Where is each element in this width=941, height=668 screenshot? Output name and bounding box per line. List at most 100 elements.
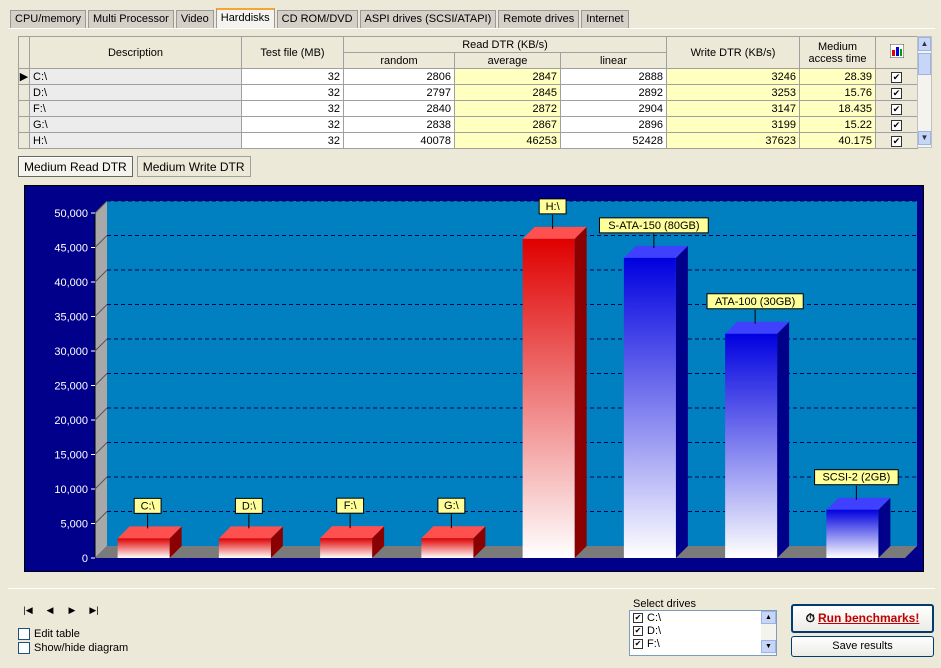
col-average[interactable]: average — [454, 52, 561, 69]
drive-checkbox[interactable]: ✔ — [633, 612, 643, 623]
cell-linear[interactable]: 2904 — [560, 100, 667, 117]
row-checkbox[interactable]: ✔ — [891, 119, 902, 131]
drives-scrollbar[interactable]: ▲ ▼ — [761, 611, 776, 655]
tab-cd-rom-dvd[interactable]: CD ROM/DVD — [276, 10, 358, 28]
edit-table-checkbox[interactable] — [18, 628, 30, 640]
col-write-dtr[interactable]: Write DTR (KB/s) — [666, 36, 800, 69]
tab-multi-processor[interactable]: Multi Processor — [88, 10, 174, 28]
row-checkbox[interactable]: ✔ — [891, 135, 902, 147]
table-row[interactable]: ▶ C:\ 32 2806 2847 2888 3246 28.39 ✔ — [18, 68, 918, 85]
select-drives-list[interactable]: ✔ C:\ ✔ D:\ ✔ F:\ ▲ ▼ — [629, 610, 777, 656]
cell-write[interactable]: 37623 — [666, 132, 800, 149]
tab-harddisks[interactable]: Harddisks — [215, 8, 275, 28]
cell-average[interactable]: 2845 — [454, 84, 561, 101]
cell-random[interactable]: 2838 — [343, 116, 455, 133]
cell-average[interactable]: 2847 — [454, 68, 561, 85]
list-item[interactable]: ✔ F:\ — [630, 637, 776, 650]
drive-checkbox[interactable]: ✔ — [633, 638, 643, 649]
y-tick-label: 25,000 — [54, 381, 88, 393]
nav-next-icon[interactable]: ▶ — [64, 604, 80, 616]
tab-internet[interactable]: Internet — [581, 10, 629, 28]
cell-test-file[interactable]: 32 — [241, 116, 344, 133]
cell-write[interactable]: 3199 — [666, 116, 800, 133]
table-scrollbar[interactable]: ▲ ▼ — [917, 36, 932, 148]
cell-test-file[interactable]: 32 — [241, 100, 344, 117]
row-checkbox[interactable]: ✔ — [891, 103, 902, 115]
bar-label: D:\ — [242, 500, 257, 512]
cell-random[interactable]: 40078 — [343, 132, 455, 149]
edit-table-option[interactable]: Edit table — [18, 628, 80, 640]
drive-checkbox[interactable]: ✔ — [633, 625, 643, 636]
cell-random[interactable]: 2806 — [343, 68, 455, 85]
row-indicator[interactable] — [18, 100, 30, 117]
scroll-thumb[interactable] — [918, 53, 931, 75]
cell-write[interactable]: 3253 — [666, 84, 800, 101]
cell-description[interactable]: H:\ — [29, 132, 242, 149]
scroll-up-icon[interactable]: ▲ — [918, 37, 931, 51]
cell-linear[interactable]: 52428 — [560, 132, 667, 149]
cell-linear[interactable]: 2888 — [560, 68, 667, 85]
cell-description[interactable]: C:\ — [29, 68, 242, 85]
scroll-down-icon[interactable]: ▼ — [918, 131, 931, 145]
record-navigator: |◀ ◀ ▶ ▶| — [20, 604, 102, 616]
cell-access-time[interactable]: 15.22 — [799, 116, 876, 133]
row-checkbox[interactable]: ✔ — [891, 87, 902, 99]
cell-description[interactable]: D:\ — [29, 84, 242, 101]
cell-write[interactable]: 3246 — [666, 68, 800, 85]
table-row[interactable]: H:\ 32 40078 46253 52428 37623 40.175 ✔ — [18, 132, 918, 149]
table-row[interactable]: G:\ 32 2838 2867 2896 3199 15.22 ✔ — [18, 116, 918, 133]
subtab-medium-write-dtr[interactable]: Medium Write DTR — [136, 156, 251, 177]
table-row[interactable]: F:\ 32 2840 2872 2904 3147 18.435 ✔ — [18, 100, 918, 117]
y-tick-label: 35,000 — [54, 312, 88, 324]
show-hide-option[interactable]: Show/hide diagram — [18, 642, 128, 654]
cell-average[interactable]: 46253 — [454, 132, 561, 149]
cell-random[interactable]: 2797 — [343, 84, 455, 101]
col-test-file[interactable]: Test file (MB) — [241, 36, 344, 69]
bar-label: ATA-100 (30GB) — [715, 296, 795, 308]
run-benchmarks-button[interactable]: ⏱ Run benchmarks! — [791, 604, 934, 633]
cell-average[interactable]: 2872 — [454, 100, 561, 117]
row-indicator[interactable]: ▶ — [18, 68, 30, 85]
row-checkbox[interactable]: ✔ — [891, 71, 902, 83]
table-row[interactable]: D:\ 32 2797 2845 2892 3253 15.76 ✔ — [18, 84, 918, 101]
list-item[interactable]: ✔ C:\ — [630, 611, 776, 624]
cell-test-file[interactable]: 32 — [241, 132, 344, 149]
cell-description[interactable]: F:\ — [29, 100, 242, 117]
cell-test-file[interactable]: 32 — [241, 84, 344, 101]
nav-first-icon[interactable]: |◀ — [20, 604, 36, 616]
scroll-up-icon[interactable]: ▲ — [761, 611, 776, 624]
col-random[interactable]: random — [343, 52, 455, 69]
list-item[interactable]: ✔ D:\ — [630, 624, 776, 637]
bar-front — [725, 333, 778, 558]
cell-linear[interactable]: 2896 — [560, 116, 667, 133]
col-chart-select[interactable] — [875, 36, 918, 69]
cell-access-time[interactable]: 18.435 — [799, 100, 876, 117]
cell-access-time[interactable]: 40.175 — [799, 132, 876, 149]
col-linear[interactable]: linear — [560, 52, 667, 69]
tab-video[interactable]: Video — [175, 10, 214, 28]
nav-last-icon[interactable]: ▶| — [86, 604, 102, 616]
row-indicator[interactable] — [18, 132, 30, 149]
cell-random[interactable]: 2840 — [343, 100, 455, 117]
nav-prev-icon[interactable]: ◀ — [42, 604, 58, 616]
col-access-time[interactable]: Medium access time — [799, 36, 876, 69]
scroll-down-icon[interactable]: ▼ — [761, 640, 776, 653]
tab-cpu-memory[interactable]: CPU/memory — [10, 10, 87, 28]
cell-linear[interactable]: 2892 — [560, 84, 667, 101]
bar-label: G:\ — [444, 500, 460, 512]
cell-average[interactable]: 2867 — [454, 116, 561, 133]
row-indicator[interactable] — [18, 84, 30, 101]
col-description[interactable]: Description — [29, 36, 242, 69]
save-results-button[interactable]: Save results — [791, 636, 934, 657]
row-indicator[interactable] — [18, 116, 30, 133]
cell-test-file[interactable]: 32 — [241, 68, 344, 85]
tab-remote-drives[interactable]: Remote drives — [498, 10, 580, 28]
cell-access-time[interactable]: 28.39 — [799, 68, 876, 85]
col-read-dtr[interactable]: Read DTR (KB/s) — [343, 36, 667, 53]
cell-access-time[interactable]: 15.76 — [799, 84, 876, 101]
cell-write[interactable]: 3147 — [666, 100, 800, 117]
subtab-medium-read-dtr[interactable]: Medium Read DTR — [18, 156, 133, 177]
show-hide-checkbox[interactable] — [18, 642, 30, 654]
cell-description[interactable]: G:\ — [29, 116, 242, 133]
tab-aspi-drives[interactable]: ASPI drives (SCSI/ATAPI) — [359, 10, 497, 28]
